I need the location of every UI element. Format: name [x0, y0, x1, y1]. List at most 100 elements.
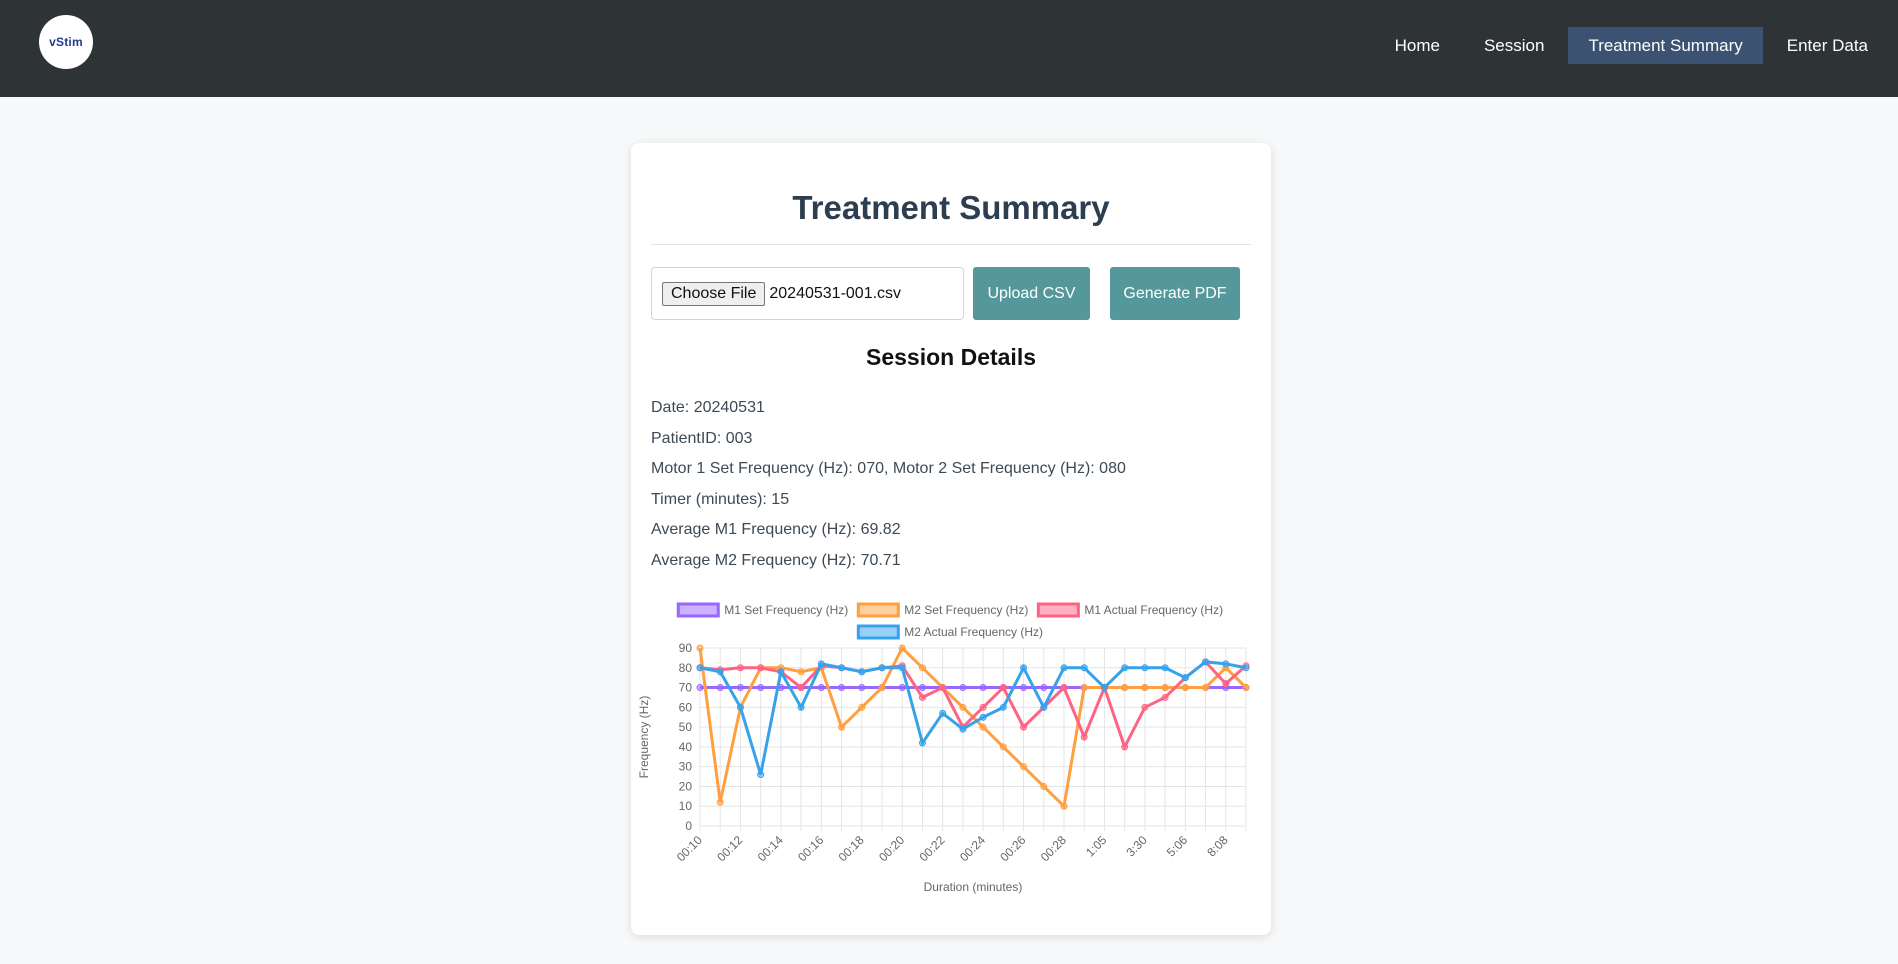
data-point: [979, 713, 987, 721]
data-point: [1020, 723, 1028, 731]
y-tick-label: 0: [685, 819, 692, 833]
y-tick-label: 70: [679, 681, 693, 695]
data-point: [736, 703, 744, 711]
y-tick-label: 10: [679, 799, 693, 813]
data-point: [1161, 684, 1169, 692]
file-input[interactable]: Choose File 20240531-001.csv: [651, 267, 964, 320]
y-tick-label: 60: [679, 700, 693, 714]
x-tick-label: 8:08: [1204, 833, 1231, 860]
data-point: [757, 771, 765, 779]
nav-links: Home Session Treatment Summary Enter Dat…: [1375, 27, 1898, 64]
x-tick-label: 00:22: [916, 833, 947, 864]
x-tick-label: 00:12: [714, 833, 745, 864]
data-point: [777, 668, 785, 676]
data-point: [1121, 743, 1129, 751]
nav-link-session[interactable]: Session: [1464, 27, 1564, 64]
legend-label: M1 Set Frequency (Hz): [724, 603, 848, 617]
data-point: [1080, 664, 1088, 672]
data-point: [1020, 684, 1028, 692]
data-point: [797, 684, 805, 692]
vstim-logo[interactable]: vStim: [39, 15, 93, 69]
x-tick-label: 00:24: [957, 833, 988, 864]
data-point: [1040, 782, 1048, 790]
data-point: [716, 684, 724, 692]
session-details: Date: 20240531 PatientID: 003 Motor 1 Se…: [651, 399, 1251, 582]
data-point: [696, 684, 704, 692]
data-point: [1141, 684, 1149, 692]
x-tick-label: 5:06: [1164, 833, 1191, 860]
data-point: [959, 684, 967, 692]
detail-avg-m1: Average M1 Frequency (Hz): 69.82: [651, 521, 901, 538]
nav-link-treatment-summary[interactable]: Treatment Summary: [1568, 27, 1763, 64]
detail-date: Date: 20240531: [651, 399, 765, 416]
data-point: [878, 684, 886, 692]
legend-label: M2 Set Frequency (Hz): [904, 603, 1028, 617]
treatment-summary-card: Treatment Summary Choose File 20240531-0…: [631, 143, 1271, 935]
data-point: [999, 684, 1007, 692]
data-point: [858, 703, 866, 711]
y-tick-label: 50: [679, 720, 693, 734]
detail-set-frequencies: Motor 1 Set Frequency (Hz): 070, Motor 2…: [651, 460, 1126, 477]
data-point: [696, 644, 704, 652]
data-point: [1181, 684, 1189, 692]
navbar: vStim Home Session Treatment Summary Ent…: [0, 0, 1898, 97]
legend-label: M1 Actual Frequency (Hz): [1084, 603, 1223, 617]
session-details-title: Session Details: [865, 344, 1037, 370]
data-point: [716, 668, 724, 676]
x-tick-label: 00:28: [1038, 833, 1069, 864]
data-point: [918, 664, 926, 672]
data-point: [1202, 684, 1210, 692]
data-point: [1060, 802, 1068, 810]
data-point: [716, 798, 724, 806]
data-point: [999, 703, 1007, 711]
data-point: [898, 644, 906, 652]
y-tick-label: 20: [679, 779, 693, 793]
x-tick-label: 00:26: [997, 833, 1028, 864]
logo-text: vStim: [49, 35, 83, 49]
upload-csv-button[interactable]: Upload CSV: [973, 267, 1090, 320]
frequency-chart-svg: M1 Set Frequency (Hz) M2 Set Frequency (H…: [637, 602, 1250, 894]
selected-file-name: 20240531-001.csv: [769, 284, 902, 302]
nav-link-home[interactable]: Home: [1375, 27, 1460, 64]
legend-label: M2 Actual Frequency (Hz): [904, 625, 1043, 639]
y-axis-title: Frequency (Hz): [637, 696, 651, 779]
data-point: [1242, 664, 1250, 672]
x-tick-label: 00:20: [876, 833, 907, 864]
legend-swatch: [856, 602, 900, 618]
data-point: [999, 743, 1007, 751]
data-point: [1020, 763, 1028, 771]
x-tick-label: 00:18: [836, 833, 867, 864]
data-point: [736, 684, 744, 692]
data-point: [696, 664, 704, 672]
data-point: [918, 739, 926, 747]
data-point: [1121, 684, 1129, 692]
nav-link-enter-data[interactable]: Enter Data: [1767, 27, 1888, 64]
data-point: [1161, 693, 1169, 701]
data-point: [918, 684, 926, 692]
data-point: [757, 684, 765, 692]
choose-file-button[interactable]: Choose File: [662, 281, 766, 306]
data-point: [1222, 680, 1230, 688]
page-title: Treatment Summary: [792, 189, 1110, 226]
y-tick-label: 80: [679, 661, 693, 675]
data-point: [878, 664, 886, 672]
data-point: [1060, 684, 1068, 692]
data-point: [1040, 684, 1048, 692]
data-point: [1161, 664, 1169, 672]
data-point: [979, 703, 987, 711]
data-point: [898, 664, 906, 672]
generate-pdf-button[interactable]: Generate PDF: [1110, 267, 1240, 320]
data-point: [838, 723, 846, 731]
data-point: [757, 664, 765, 672]
legend-swatch: [1036, 602, 1080, 618]
data-point: [979, 723, 987, 731]
legend-swatch: [676, 602, 720, 618]
detail-patient-id: PatientID: 003: [651, 429, 753, 447]
data-point: [1020, 664, 1028, 672]
data-point: [1141, 664, 1149, 672]
y-tick-label: 90: [679, 641, 693, 655]
x-tick-label: 00:10: [674, 833, 705, 864]
data-point: [858, 668, 866, 676]
data-point: [979, 684, 987, 692]
data-point: [1080, 733, 1088, 741]
